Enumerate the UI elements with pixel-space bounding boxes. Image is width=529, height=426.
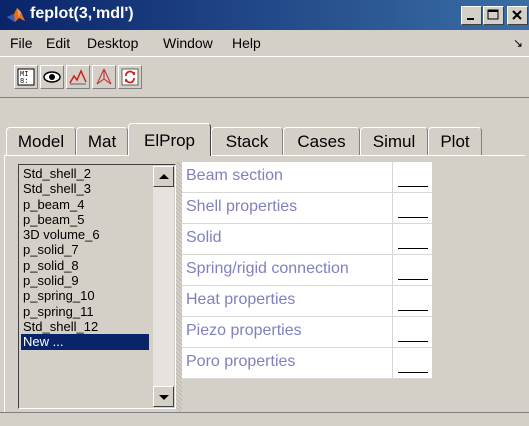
list-item[interactable]: p_spring_11 (21, 304, 149, 319)
cell-separator (392, 348, 393, 378)
close-button[interactable] (507, 6, 528, 25)
cell-separator (392, 255, 393, 285)
property-label: Solid (186, 229, 222, 246)
property-value-field[interactable] (398, 279, 428, 280)
property-listbox[interactable]: Std_shell_2 Std_shell_3 p_beam_4 p_beam_… (18, 164, 176, 409)
view-button[interactable] (40, 65, 64, 89)
property-label: Piezo properties (186, 322, 302, 339)
cell-separator (392, 286, 393, 316)
list-scrollbar[interactable] (153, 166, 174, 407)
refresh-button[interactable] (118, 65, 142, 89)
property-value-field[interactable] (398, 217, 428, 218)
tab-elprop[interactable]: ElProp (128, 123, 211, 156)
property-row[interactable]: Shell properties (182, 193, 432, 224)
property-row[interactable]: Solid (182, 224, 432, 255)
tab-cases[interactable]: Cases (283, 127, 360, 155)
tab-strip: Model Mat ElProp Stack Cases Simul Plot (2, 123, 529, 157)
close-icon (512, 10, 522, 20)
tab-plot[interactable]: Plot (428, 127, 482, 155)
list-item[interactable]: p_solid_9 (21, 273, 149, 288)
minimize-button[interactable] (461, 6, 482, 25)
list-item[interactable]: p_beam_4 (21, 197, 149, 212)
tab-stack[interactable]: Stack (211, 127, 283, 155)
menu-desktop[interactable]: Desktop (87, 35, 138, 51)
dock-arrow-icon[interactable]: ↘ (513, 36, 523, 50)
list-item[interactable]: Std_shell_12 (21, 319, 149, 334)
scroll-up-icon (159, 174, 169, 179)
tab-simul[interactable]: Simul (360, 127, 428, 155)
list-items: Std_shell_2 Std_shell_3 p_beam_4 p_beam_… (21, 166, 149, 350)
list-item[interactable]: p_solid_7 (21, 242, 149, 257)
model-properties-icon: MI 8: (17, 68, 35, 86)
property-value-field[interactable] (398, 372, 428, 373)
cell-separator (392, 162, 393, 192)
refresh-icon (121, 68, 139, 86)
property-label: Shell properties (186, 198, 298, 215)
property-row[interactable]: Spring/rigid connection (182, 255, 432, 286)
maximize-button[interactable] (483, 6, 504, 25)
model-properties-button[interactable]: MI 8: (14, 65, 38, 89)
property-label: Heat properties (186, 291, 296, 308)
deformation-button[interactable] (92, 65, 116, 89)
svg-text:8:: 8: (20, 78, 28, 86)
property-label: Poro properties (186, 353, 296, 370)
menu-window[interactable]: Window (163, 35, 213, 51)
tab-model[interactable]: Model (6, 127, 76, 155)
list-item-selected[interactable]: New ... (21, 334, 149, 350)
scroll-up-button[interactable] (153, 166, 174, 187)
matlab-logo-icon (6, 6, 26, 24)
scroll-down-button[interactable] (153, 386, 174, 407)
property-table: Beam section Shell properties Solid Spri… (182, 162, 432, 379)
menu-help[interactable]: Help (232, 35, 261, 51)
property-value-field[interactable] (398, 186, 428, 187)
property-row[interactable]: Heat properties (182, 286, 432, 317)
list-item[interactable]: p_solid_8 (21, 258, 149, 273)
curve-button[interactable] (66, 65, 90, 89)
list-item[interactable]: p_spring_10 (21, 288, 149, 303)
property-row[interactable]: Piezo properties (182, 317, 432, 348)
eye-icon (43, 71, 61, 83)
list-item[interactable]: Std_shell_3 (21, 181, 149, 196)
maximize-icon (487, 9, 499, 20)
menu-edit[interactable]: Edit (46, 35, 70, 51)
list-item[interactable]: p_beam_5 (21, 212, 149, 227)
title-bar[interactable]: feplot(3,'mdl') (0, 0, 529, 30)
list-item[interactable]: Std_shell_2 (21, 166, 149, 181)
property-value-field[interactable] (398, 310, 428, 311)
property-label: Beam section (186, 167, 283, 184)
window-title: feplot(3,'mdl') (30, 5, 134, 22)
toolbar: MI 8: (0, 56, 529, 98)
property-value-field[interactable] (398, 248, 428, 249)
property-row[interactable]: Poro properties (182, 348, 432, 379)
property-label: Spring/rigid connection (186, 260, 349, 277)
menu-file[interactable]: File (10, 35, 33, 51)
list-item[interactable]: 3D volume_6 (21, 227, 149, 242)
cell-separator (392, 224, 393, 254)
mode-curve-icon (69, 69, 87, 85)
minimize-icon (467, 18, 474, 20)
scroll-down-icon (159, 395, 169, 400)
deformed-mesh-icon (96, 68, 112, 85)
tab-mat[interactable]: Mat (76, 127, 128, 155)
menu-bar: File Edit Desktop Window Help ↘ (0, 30, 529, 56)
property-row[interactable]: Beam section (182, 162, 432, 193)
cell-separator (392, 193, 393, 223)
cell-separator (392, 317, 393, 347)
window-bottom-edge (0, 412, 529, 426)
property-value-field[interactable] (398, 341, 428, 342)
